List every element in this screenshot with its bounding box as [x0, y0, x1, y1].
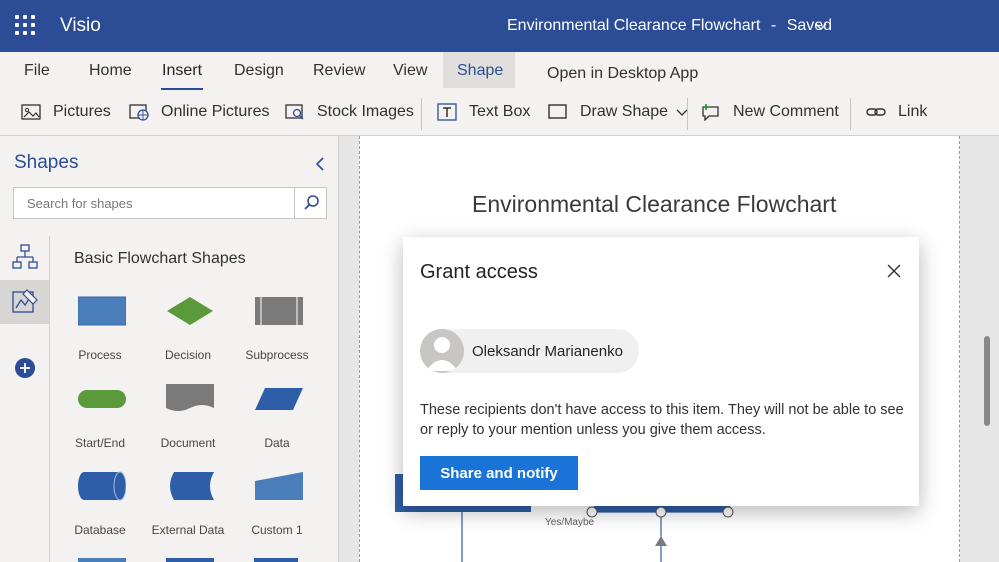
- open-in-desktop-app[interactable]: Open in Desktop App: [547, 65, 698, 83]
- stock-images-icon: [285, 104, 304, 120]
- shape-label: Subprocess: [245, 348, 309, 362]
- shape-label: External Data: [151, 523, 225, 537]
- shapes-panel: Shapes Basic Flowchart Shapes Process De…: [0, 136, 339, 562]
- shape-label: Decision: [164, 348, 212, 362]
- chevron-left-icon[interactable]: [314, 157, 326, 171]
- person-icon: [426, 337, 458, 371]
- shape-label: Start/End: [74, 436, 126, 450]
- tab-insert[interactable]: Insert: [160, 62, 204, 90]
- title-separator: -: [770, 17, 777, 34]
- search-button[interactable]: [294, 188, 327, 218]
- link-label: Link: [898, 103, 928, 120]
- ribbon-commands: Pictures Online Pictures Stock Images Te…: [0, 92, 999, 136]
- rail-basic-shapes-button[interactable]: [0, 280, 49, 324]
- shape-label: Document: [160, 436, 216, 450]
- ribbon-separator: [421, 98, 422, 130]
- shape-label: Database: [74, 523, 126, 537]
- shapes-stencil-icon: [12, 289, 38, 313]
- more-shapes-row: [78, 558, 298, 562]
- shapes-panel-title: Shapes: [14, 152, 79, 173]
- comment-icon: [702, 104, 719, 121]
- data-shape-icon: [255, 388, 303, 410]
- draw-shape-icon: [548, 104, 567, 119]
- dialog-title: Grant access: [420, 261, 538, 283]
- picture-icon: [21, 104, 41, 120]
- text-box-icon: [437, 103, 457, 121]
- access-warning-message: These recipients don't have access to th…: [420, 402, 904, 438]
- start-end-shape-icon: [78, 390, 126, 408]
- document-shape-icon: [166, 384, 214, 411]
- draw-shape-label: Draw Shape: [580, 103, 669, 120]
- tab-view[interactable]: View: [393, 62, 427, 80]
- tab-file[interactable]: File: [24, 62, 50, 80]
- tab-review[interactable]: Review: [313, 62, 365, 80]
- ribbon-separator: [850, 98, 851, 130]
- process-shape-icon: [78, 296, 126, 326]
- external-data-shape-icon: [170, 472, 214, 500]
- new-comment-button[interactable]: New Comment: [701, 103, 839, 121]
- online-pictures-label: Online Pictures: [161, 103, 270, 120]
- vertical-scrollbar[interactable]: [984, 336, 990, 426]
- app-name[interactable]: Visio: [60, 15, 101, 37]
- add-icon: [15, 358, 35, 378]
- subprocess-shape-icon: [255, 297, 303, 325]
- stencil-rail: [0, 236, 50, 562]
- ribbon-separator: [687, 98, 688, 130]
- shape-label: Custom 1: [251, 523, 303, 537]
- text-box-button[interactable]: Text Box: [437, 103, 530, 121]
- link-button[interactable]: Link: [866, 103, 927, 121]
- stock-images-button[interactable]: Stock Images: [285, 103, 414, 121]
- tab-design[interactable]: Design: [234, 62, 284, 80]
- tab-shape[interactable]: Shape: [457, 62, 503, 80]
- text-box-label: Text Box: [469, 103, 531, 120]
- avatar: [420, 329, 464, 373]
- title-bar: Visio Environmental Clearance Flowchart …: [0, 0, 999, 52]
- search-icon: [304, 195, 319, 210]
- shape-label: Data: [264, 436, 290, 450]
- grant-access-dialog: Grant access Oleksandr Marianenko These …: [403, 237, 919, 506]
- custom-1-shape-icon: [255, 472, 303, 500]
- online-pictures-button[interactable]: Online Pictures: [129, 103, 270, 121]
- document-title[interactable]: Environmental Clearance Flowchart - Save…: [507, 17, 832, 35]
- stencil-name: Basic Flowchart Shapes: [74, 250, 246, 267]
- connector-label[interactable]: Yes/Maybe: [545, 517, 594, 528]
- diagram-title[interactable]: Environmental Clearance Flowchart: [472, 191, 836, 218]
- chevron-down-icon[interactable]: [814, 20, 828, 34]
- link-icon: [866, 108, 886, 116]
- shape-search: [13, 187, 327, 219]
- draw-shape-button[interactable]: Draw Shape: [548, 103, 688, 121]
- stock-images-label: Stock Images: [317, 103, 414, 120]
- pictures-button[interactable]: Pictures: [21, 103, 111, 121]
- online-picture-icon: [129, 104, 149, 121]
- tab-home[interactable]: Home: [89, 62, 132, 80]
- recipient-chip[interactable]: Oleksandr Marianenko: [420, 329, 639, 373]
- add-stencil-button[interactable]: [0, 346, 49, 390]
- share-and-notify-button[interactable]: Share and notify: [420, 456, 578, 490]
- database-shape-icon: [78, 471, 126, 501]
- pictures-label: Pictures: [53, 103, 111, 120]
- shape-label: Process: [78, 348, 122, 362]
- decision-shape-icon: [167, 297, 213, 325]
- document-title-text: Environmental Clearance Flowchart: [507, 17, 761, 34]
- new-comment-label: New Comment: [733, 103, 839, 120]
- search-input[interactable]: [14, 188, 294, 218]
- app-launcher-icon[interactable]: [15, 15, 37, 37]
- recipient-name: Oleksandr Marianenko: [472, 343, 623, 360]
- org-chart-icon: [12, 244, 38, 269]
- rail-flowchart-button[interactable]: [0, 236, 49, 280]
- close-icon[interactable]: [884, 261, 904, 281]
